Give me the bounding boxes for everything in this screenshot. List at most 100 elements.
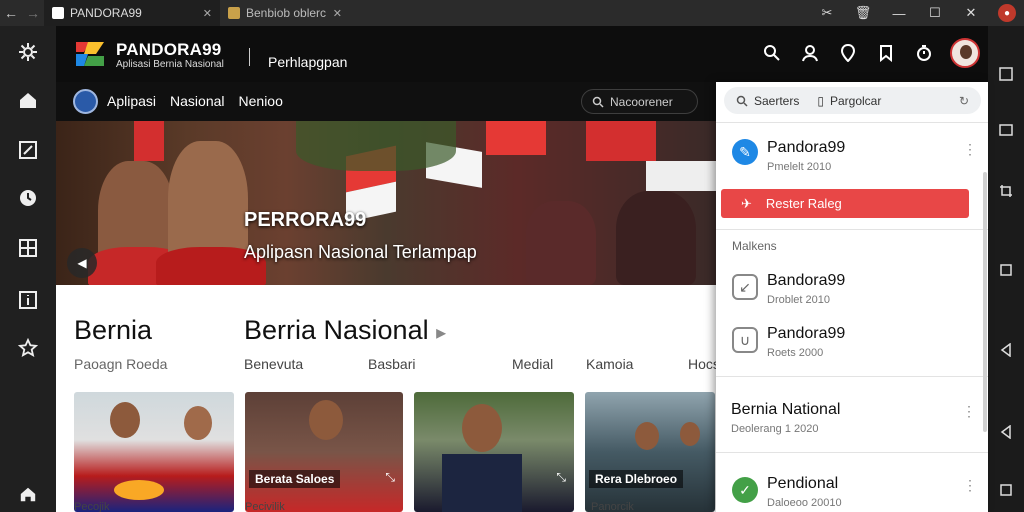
section-title-left: Bernia	[74, 315, 153, 345]
avatar[interactable]	[950, 38, 980, 68]
expand-icon[interactable]: ⤡	[556, 470, 566, 485]
person-graphic	[462, 404, 502, 452]
window-icon[interactable]	[998, 66, 1014, 82]
play-icon[interactable]: ◀	[67, 248, 97, 278]
person-graphic	[635, 422, 659, 450]
search-icon	[736, 95, 748, 107]
nav-link-nenioo[interactable]: Nenioo	[239, 93, 283, 109]
panel-item-title: Pandora99	[767, 139, 846, 156]
square-icon[interactable]	[998, 262, 1014, 278]
panel-item[interactable]: ∪ Pandora99 Roets 2000	[732, 325, 977, 365]
category-tab[interactable]: Kamoia	[586, 356, 688, 372]
square-icon[interactable]	[998, 482, 1014, 498]
back-triangle-icon[interactable]	[998, 342, 1014, 358]
hero-title: PERRORA99	[244, 209, 367, 231]
back-triangle-icon[interactable]	[998, 424, 1014, 440]
divider	[716, 376, 988, 377]
category-tabs: Benevuta Basbari Medial Kamoia Hocstooin	[244, 356, 750, 372]
header-divider	[249, 48, 250, 66]
trash-icon[interactable]: 🗑	[854, 5, 872, 21]
news-card[interactable]: Rera Dlebroeo	[585, 392, 715, 512]
panel-item-sub: Daloeoo 20010	[767, 497, 842, 509]
caret-icon: ▸	[436, 322, 447, 344]
info-icon[interactable]	[16, 288, 40, 312]
more-icon[interactable]: ⋮	[963, 477, 977, 494]
favicon-icon	[52, 7, 64, 19]
star-icon[interactable]	[16, 336, 40, 360]
browser-tab-strip: ← → PANDORA99 ✕ Benbiob oblerc ✕ ✂ 🗑 — ☐…	[0, 0, 1024, 26]
location-icon[interactable]	[836, 41, 860, 65]
panel-search-left[interactable]: Saerters	[754, 94, 799, 108]
panel-search-bar[interactable]: Saerters ▯ Pargolcar ↻	[724, 87, 981, 114]
crop-icon[interactable]	[998, 183, 1014, 199]
panel-search-right[interactable]: Pargolcar	[830, 94, 881, 108]
panel-item[interactable]: ✎ Pandora99 Pmelelt 2010 ⋮	[732, 137, 977, 177]
gear-icon[interactable]	[16, 40, 40, 64]
search-icon[interactable]	[760, 41, 784, 65]
suit-graphic	[442, 454, 522, 512]
news-card[interactable]: ⤡	[414, 392, 574, 512]
divider	[716, 229, 988, 230]
bookmark-icon[interactable]	[874, 41, 898, 65]
panel-item-sub: Deolerang 1 2020	[731, 423, 819, 435]
more-icon[interactable]: ⋮	[962, 403, 976, 420]
news-card[interactable]	[74, 392, 234, 512]
extension-icon[interactable]: ✂	[818, 5, 836, 21]
card-caption: Pecivilik	[245, 501, 285, 512]
home-icon[interactable]	[16, 88, 40, 112]
nav-link-aplipasi[interactable]: Aplipasi	[107, 93, 156, 109]
right-sidebar	[988, 26, 1024, 512]
panel-item[interactable]: Bernia National Deolerang 1 2020 ⋮	[731, 401, 976, 441]
brand-logo[interactable]	[72, 38, 108, 70]
card-label: Rera Dlebroeo	[589, 470, 684, 488]
card-caption: Panorcik	[591, 501, 634, 512]
header-section-title[interactable]: Perhlapgpan	[268, 54, 347, 70]
panel-item-sub: Pmelelt 2010	[767, 161, 832, 173]
category-tab[interactable]: Basbari	[368, 356, 512, 372]
card-label: Berata Saloes	[249, 470, 341, 488]
section-subtitle[interactable]: Paoagn Roeda	[74, 356, 167, 372]
app-icon: ↙	[732, 274, 758, 300]
panel-item[interactable]: ↙ Bandora99 Droblet 2010	[732, 272, 977, 312]
back-icon[interactable]: ←	[0, 5, 22, 21]
home-bottom-icon[interactable]	[16, 482, 40, 506]
nav-link-nasional[interactable]: Nasional	[170, 93, 224, 109]
browser-tab-inactive[interactable]: Benbiob oblerc ✕	[220, 0, 350, 26]
nav-avatar[interactable]	[73, 89, 98, 114]
category-tab[interactable]: Benevuta	[244, 356, 368, 372]
clock-icon[interactable]	[16, 186, 40, 210]
person-graphic	[309, 400, 343, 440]
person-graphic	[110, 402, 140, 438]
browser-tab-active[interactable]: PANDORA99 ✕	[44, 0, 220, 26]
user-icon[interactable]	[798, 41, 822, 65]
timer-icon[interactable]	[912, 41, 936, 65]
search-placeholder: Nacoorener	[610, 94, 673, 109]
header-icons	[760, 38, 980, 68]
brand-name[interactable]: PANDORA99	[116, 40, 221, 60]
refresh-icon[interactable]: ↻	[959, 94, 969, 108]
hero-banner[interactable]: PERRORA99 Aplipasn Nasional Terlampap ◀	[56, 121, 716, 285]
forward-icon[interactable]: →	[22, 5, 44, 21]
tree-graphic	[296, 121, 456, 171]
document-icon: ▯	[817, 93, 824, 108]
person-graphic	[526, 201, 596, 285]
close-window-icon[interactable]: ✕	[962, 5, 980, 21]
panel-item[interactable]: ✓ Pendional Daloeoo 20010 ⋮	[732, 475, 977, 511]
news-card[interactable]: Berata Saloes ⤡	[245, 392, 403, 512]
search-input[interactable]: Nacoorener	[581, 89, 698, 114]
profile-icon[interactable]: ●	[998, 4, 1016, 22]
edit-icon[interactable]	[16, 138, 40, 162]
close-tab-icon[interactable]: ✕	[333, 7, 342, 20]
category-tab[interactable]: Medial	[512, 356, 586, 372]
action-button[interactable]: ✈ Rester Raleg	[721, 189, 969, 218]
grid-icon[interactable]	[16, 236, 40, 260]
close-tab-icon[interactable]: ✕	[203, 7, 212, 20]
person-graphic	[616, 191, 696, 285]
more-icon[interactable]: ⋮	[963, 141, 977, 158]
scrollbar[interactable]	[983, 172, 987, 432]
minimize-icon[interactable]: —	[890, 6, 908, 21]
maximize-icon[interactable]: ☐	[926, 5, 944, 21]
panel-icon[interactable]	[998, 122, 1014, 138]
app-root: ← → PANDORA99 ✕ Benbiob oblerc ✕ ✂ 🗑 — ☐…	[0, 0, 1024, 512]
expand-icon[interactable]: ⤡	[385, 470, 395, 485]
